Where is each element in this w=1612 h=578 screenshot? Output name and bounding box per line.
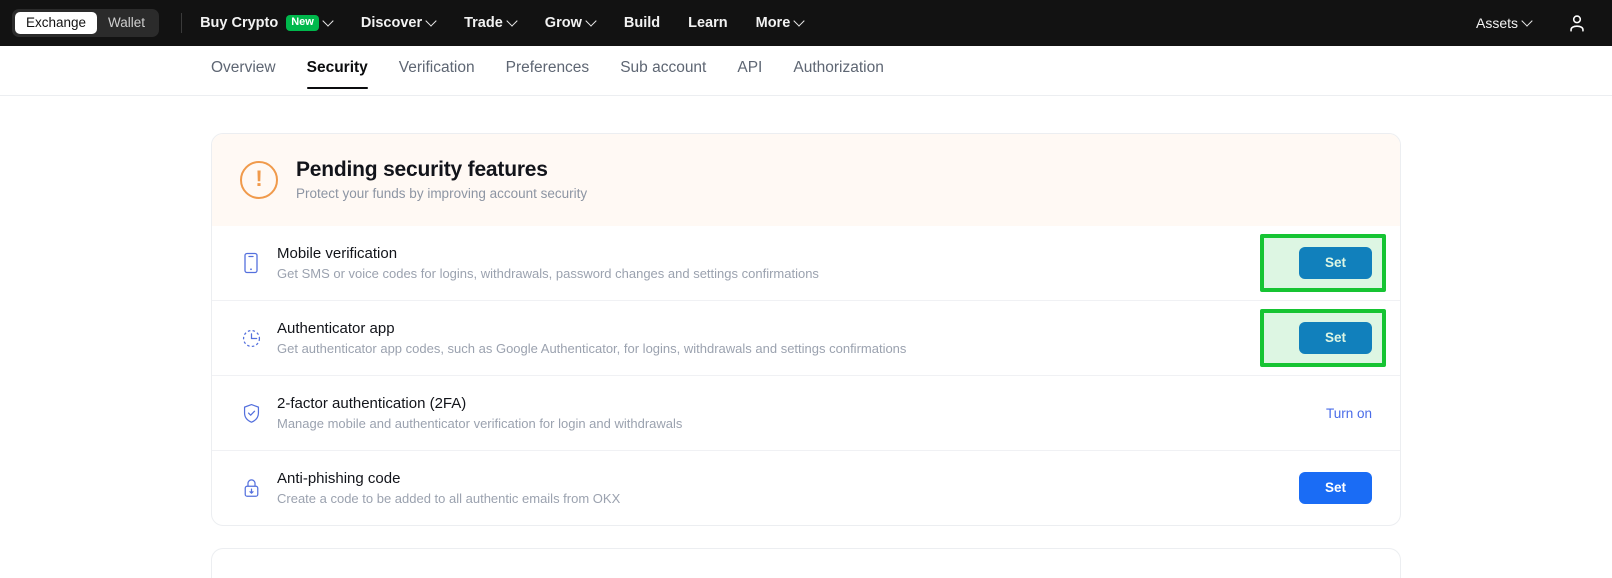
nav-assets-label: Assets xyxy=(1475,15,1518,31)
nav-divider xyxy=(181,13,183,33)
row-action-area: Turn on xyxy=(1212,406,1372,421)
row-description: Get authenticator app codes, such as Goo… xyxy=(277,341,907,356)
security-row-mobile-verification: Mobile verification Get SMS or voice cod… xyxy=(212,226,1400,300)
row-text-group: Mobile verification Get SMS or voice cod… xyxy=(277,245,1212,281)
nav-right-group: Assets xyxy=(1476,0,1594,46)
banner-subtitle: Protect your funds by improving account … xyxy=(296,186,588,201)
primary-nav-links: Buy Crypto New Discover Trade Grow Build… xyxy=(200,0,818,46)
tab-preferences[interactable]: Preferences xyxy=(506,46,590,89)
nav-build-label: Build xyxy=(623,15,661,31)
top-navigation-bar: Exchange Wallet Buy Crypto New Discover … xyxy=(0,0,1612,46)
nav-more-label: More xyxy=(755,15,791,31)
alert-circle-icon: ! xyxy=(240,160,278,199)
toggle-exchange[interactable]: Exchange xyxy=(15,12,98,34)
set-mobile-verification-button[interactable]: Set xyxy=(1298,247,1372,279)
exchange-wallet-toggle[interactable]: Exchange Wallet xyxy=(12,9,160,37)
chevron-down-icon xyxy=(1523,17,1532,26)
security-row-anti-phishing-code: Anti-phishing code Create a code to be a… xyxy=(212,450,1400,525)
row-text-group: Authenticator app Get authenticator app … xyxy=(277,320,1212,356)
set-authenticator-app-button[interactable]: Set xyxy=(1298,322,1372,354)
set-anti-phishing-code-button[interactable]: Set xyxy=(1298,472,1372,504)
nav-learn-label: Learn xyxy=(688,15,728,31)
tab-api[interactable]: API xyxy=(737,46,762,89)
nav-learn[interactable]: Learn xyxy=(674,0,742,46)
nav-trade-label: Trade xyxy=(464,15,503,31)
nav-grow[interactable]: Grow xyxy=(531,0,610,46)
chevron-down-icon xyxy=(795,17,804,26)
pending-security-features-card: ! Pending security features Protect your… xyxy=(211,133,1401,526)
pending-security-banner: ! Pending security features Protect your… xyxy=(212,134,1400,226)
account-avatar-button[interactable] xyxy=(1560,6,1594,40)
chevron-down-icon xyxy=(324,17,333,26)
row-title: Mobile verification xyxy=(277,245,398,262)
tab-verification[interactable]: Verification xyxy=(399,46,475,89)
chevron-down-icon xyxy=(587,17,596,26)
row-action-area: Set xyxy=(1212,472,1372,504)
nav-discover[interactable]: Discover xyxy=(347,0,450,46)
chevron-down-icon xyxy=(427,17,436,26)
row-text-group: Anti-phishing code Create a code to be a… xyxy=(277,470,1212,506)
shield-check-icon xyxy=(240,402,262,424)
row-description: Create a code to be added to all authent… xyxy=(277,491,621,506)
nav-assets[interactable]: Assets xyxy=(1476,0,1546,46)
mobile-phone-icon xyxy=(240,252,262,274)
nav-trade[interactable]: Trade xyxy=(450,0,531,46)
lock-download-icon xyxy=(240,477,262,499)
next-section-card xyxy=(211,548,1401,578)
nav-discover-label: Discover xyxy=(360,15,423,31)
banner-text-group: Pending security features Protect your f… xyxy=(296,158,587,201)
row-description: Manage mobile and authenticator verifica… xyxy=(277,416,683,431)
security-page-body: ! Pending security features Protect your… xyxy=(0,96,1612,578)
turn-on-2fa-link[interactable]: Turn on xyxy=(1326,406,1372,421)
tab-sub-account[interactable]: Sub account xyxy=(620,46,706,89)
nav-buy-crypto-label: Buy Crypto xyxy=(200,15,279,31)
nav-more[interactable]: More xyxy=(742,0,819,46)
row-description: Get SMS or voice codes for logins, withd… xyxy=(277,266,819,281)
row-title: Anti-phishing code xyxy=(277,470,401,487)
authenticator-clock-icon xyxy=(240,327,262,349)
row-title: 2-factor authentication (2FA) xyxy=(277,395,467,412)
tab-security[interactable]: Security xyxy=(306,46,368,89)
row-text-group: 2-factor authentication (2FA) Manage mob… xyxy=(277,395,1212,431)
security-row-authenticator-app: Authenticator app Get authenticator app … xyxy=(212,300,1400,375)
row-action-area: Set xyxy=(1212,309,1386,367)
row-action-area: Set xyxy=(1212,234,1386,292)
user-icon xyxy=(1570,15,1584,32)
security-row-two-factor-auth: 2-factor authentication (2FA) Manage mob… xyxy=(212,375,1400,450)
account-settings-tabs: Overview Security Verification Preferenc… xyxy=(0,46,1612,96)
nav-buy-crypto[interactable]: Buy Crypto New xyxy=(200,0,347,46)
chevron-down-icon xyxy=(508,17,517,26)
new-badge: New xyxy=(286,15,319,31)
nav-grow-label: Grow xyxy=(544,15,582,31)
tab-authorization[interactable]: Authorization xyxy=(793,46,883,89)
tab-overview[interactable]: Overview xyxy=(211,46,276,89)
nav-build[interactable]: Build xyxy=(610,0,674,46)
row-title: Authenticator app xyxy=(277,320,395,337)
banner-title: Pending security features xyxy=(296,158,548,181)
toggle-wallet[interactable]: Wallet xyxy=(97,12,156,34)
